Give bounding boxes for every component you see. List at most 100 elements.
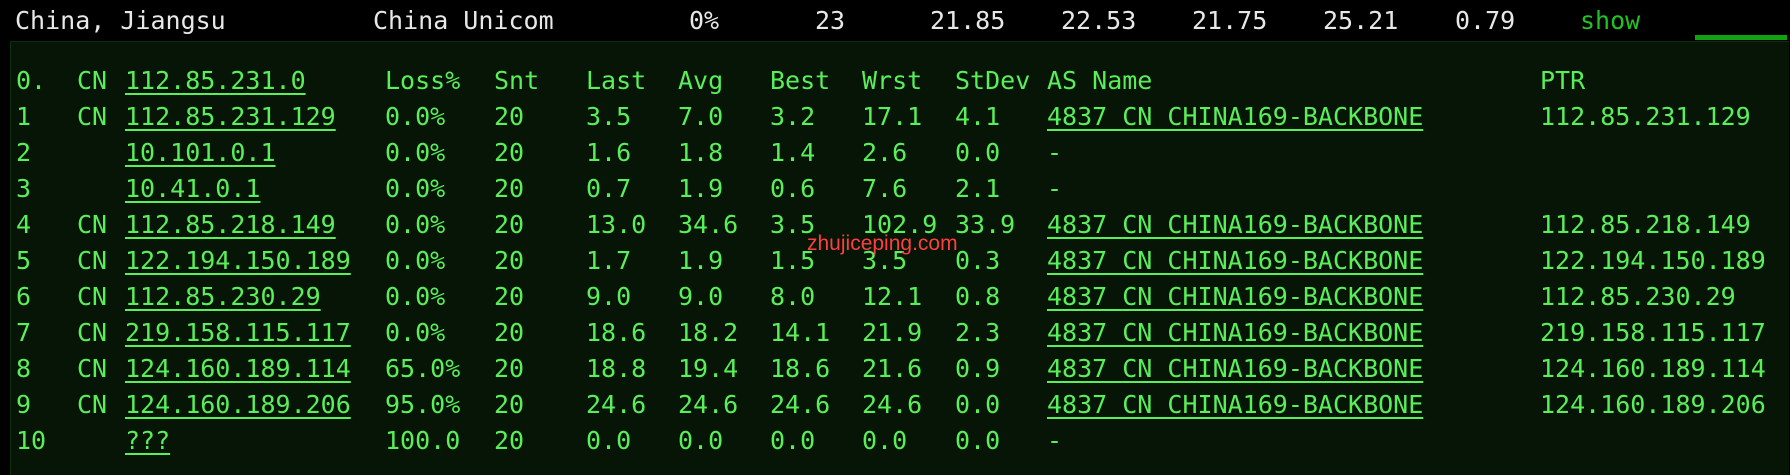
table-row: 10??? 100.0 20 0.0 0.0 0.0 0.0 0.0 -: [11, 424, 1790, 458]
loss-percent: 0.0%: [385, 138, 446, 167]
table-row: 3 10.41.0.1 0.0% 20 0.7 1.9 0.6 7.6 2.1 -: [11, 172, 1790, 206]
hop-number: 8: [16, 354, 32, 383]
sent-count: 20: [494, 210, 525, 239]
last-latency: 0.0: [586, 426, 632, 455]
country-code: CN: [77, 210, 108, 239]
hop-ip[interactable]: 122.194.150.189: [125, 246, 351, 276]
country-code: CN: [77, 390, 108, 419]
sent-count: Snt: [494, 66, 540, 95]
ptr-record: 219.158.115.117: [1540, 318, 1766, 347]
show-link[interactable]: show: [1580, 6, 1640, 36]
hop-ip[interactable]: 124.160.189.114: [125, 354, 351, 384]
table-row: 2 10.101.0.1 0.0% 20 1.6 1.8 1.4 2.6 0.0 -: [11, 136, 1790, 170]
as-name: AS Name: [1047, 66, 1153, 95]
hop-ip[interactable]: 112.85.231.0: [125, 66, 306, 96]
sent-count: 20: [494, 138, 525, 167]
summary-snt: 23: [815, 6, 846, 35]
best-latency: 0.0: [770, 426, 816, 455]
hop-ip[interactable]: 10.41.0.1: [125, 174, 260, 204]
table-row: 8 CN 124.160.189.114 65.0% 20 18.8 19.4 18.6 21.…: [11, 352, 1790, 386]
stdev-latency: 0.8: [955, 282, 1001, 311]
worst-latency: 21.9: [862, 318, 923, 347]
hop-number: 5: [16, 246, 32, 275]
last-latency: 3.5: [586, 102, 632, 131]
hop-number: 6: [16, 282, 32, 311]
country-code: CN: [77, 354, 108, 383]
hop-ip[interactable]: 124.160.189.206: [125, 390, 351, 420]
last-latency: 0.7: [586, 174, 632, 203]
ptr-record: 122.194.150.189: [1540, 246, 1766, 275]
summary-best: 21.75: [1192, 6, 1268, 35]
as-name[interactable]: 4837 CN CHINA169-BACKBONE: [1047, 318, 1423, 348]
hop-ip[interactable]: 219.158.115.117: [125, 318, 351, 348]
sent-count: 20: [494, 246, 525, 275]
as-name[interactable]: 4837 CN CHINA169-BACKBONE: [1047, 354, 1423, 384]
traceroute-output: 0. CN 112.85.231.0 Loss% Snt Last Avg Best Wrst S…: [10, 41, 1789, 475]
loss-percent: 0.0%: [385, 318, 446, 347]
avg-latency: 0.0: [678, 426, 724, 455]
avg-latency: 18.2: [678, 318, 739, 347]
hop-number: 0.: [16, 66, 47, 95]
avg-latency: 34.6: [678, 210, 739, 239]
hop-ip[interactable]: 112.85.218.149: [125, 210, 336, 240]
table-row: 1 CN 112.85.231.129 0.0% 20 3.5 7.0 3.2 17.1 4.1 4…: [11, 100, 1790, 134]
worst-latency: Wrst: [862, 66, 923, 95]
stdev-latency: 33.9: [955, 210, 1016, 239]
hop-number: 10: [16, 426, 47, 455]
table-header-row: 0. CN 112.85.231.0 Loss% Snt Last Avg Best Wrst S…: [11, 64, 1790, 98]
best-latency: Best: [770, 66, 831, 95]
sent-count: 20: [494, 282, 525, 311]
last-latency: 13.0: [586, 210, 647, 239]
ptr-record: 112.85.230.29: [1540, 282, 1736, 311]
worst-latency: 21.6: [862, 354, 923, 383]
hop-ip[interactable]: 112.85.230.29: [125, 282, 321, 312]
hop-number: 4: [16, 210, 32, 239]
loss-percent: 65.0%: [385, 354, 461, 383]
sent-count: 20: [494, 426, 525, 455]
hop-number: 7: [16, 318, 32, 347]
isp-label: China Unicom: [373, 6, 554, 35]
as-name[interactable]: 4837 CN CHINA169-BACKBONE: [1047, 210, 1423, 240]
avg-latency: 9.0: [678, 282, 724, 311]
avg-latency: 24.6: [678, 390, 739, 419]
location-label: China, Jiangsu: [15, 6, 226, 35]
avg-latency: 1.9: [678, 174, 724, 203]
as-name[interactable]: 4837 CN CHINA169-BACKBONE: [1047, 390, 1423, 420]
sent-count: 20: [494, 318, 525, 347]
stdev-latency: 4.1: [955, 102, 1001, 131]
sent-count: 20: [494, 174, 525, 203]
hop-number: 9: [16, 390, 32, 419]
last-latency: 18.8: [586, 354, 647, 383]
best-latency: 0.6: [770, 174, 816, 203]
sent-count: 20: [494, 354, 525, 383]
loss-percent: 0.0%: [385, 174, 446, 203]
ptr-record: 112.85.231.129: [1540, 102, 1751, 131]
last-latency: 24.6: [586, 390, 647, 419]
as-name: -: [1047, 426, 1063, 455]
worst-latency: 12.1: [862, 282, 923, 311]
loss-percent: 95.0%: [385, 390, 461, 419]
summary-loss: 0%: [689, 6, 720, 35]
hop-number: 1: [16, 102, 32, 131]
best-latency: 14.1: [770, 318, 831, 347]
table-row: 6 CN 112.85.230.29 0.0% 20 9.0 9.0 8.0 12.1 0.8 48…: [11, 280, 1790, 314]
ptr-record: 112.85.218.149: [1540, 210, 1751, 239]
country-code: CN: [77, 318, 108, 347]
as-name[interactable]: 4837 CN CHINA169-BACKBONE: [1047, 102, 1423, 132]
loss-percent: 100.0: [385, 426, 461, 455]
hop-ip[interactable]: ???: [125, 426, 170, 456]
loss-percent: 0.0%: [385, 102, 446, 131]
as-name[interactable]: 4837 CN CHINA169-BACKBONE: [1047, 246, 1423, 276]
ptr-record: 124.160.189.206: [1540, 390, 1766, 419]
as-name[interactable]: 4837 CN CHINA169-BACKBONE: [1047, 282, 1423, 312]
hop-ip[interactable]: 112.85.231.129: [125, 102, 336, 132]
as-name: -: [1047, 174, 1063, 203]
summary-last: 21.85: [930, 6, 1006, 35]
loss-percent: 0.0%: [385, 246, 446, 275]
loss-percent: 0.0%: [385, 282, 446, 311]
stdev-latency: 2.1: [955, 174, 1001, 203]
hop-ip[interactable]: 10.101.0.1: [125, 138, 276, 168]
stdev-latency: 0.0: [955, 390, 1001, 419]
stdev-latency: 0.0: [955, 426, 1001, 455]
hop-number: 3: [16, 174, 32, 203]
